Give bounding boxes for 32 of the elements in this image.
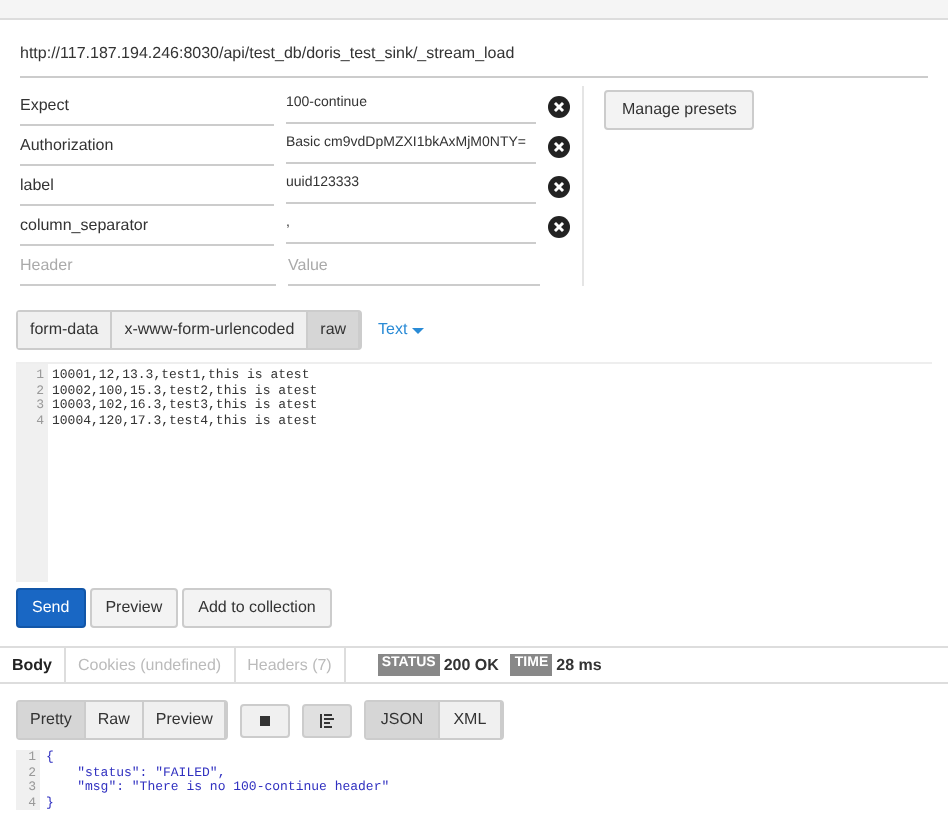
action-button[interactable]: Add to collection: [182, 588, 332, 628]
caret-icon: [411, 327, 424, 333]
square-icon: [258, 713, 273, 727]
manage-presets-button[interactable]: Manage presets: [604, 90, 755, 130]
header-key-field[interactable]: Authorization: [20, 127, 274, 165]
header-key-field[interactable]: Header: [20, 247, 276, 285]
remove-icon[interactable]: [548, 215, 570, 237]
remove-icon[interactable]: [548, 135, 570, 157]
url-field[interactable]: http://117.187.194.246:8030/api/test_db/doris_test_sink/_stream_load: [20, 32, 928, 78]
send-button[interactable]: Send: [16, 588, 86, 628]
header-key-field[interactable]: label: [20, 167, 274, 205]
header-value-field[interactable]: Value: [288, 247, 540, 285]
action-button[interactable]: Preview: [89, 588, 179, 628]
header-key-field[interactable]: column_separator: [20, 207, 274, 245]
view-mode-tab[interactable]: Preview: [143, 702, 227, 738]
body-mode-tab[interactable]: raw: [308, 312, 361, 348]
view-mode-tab[interactable]: Pretty: [18, 702, 86, 738]
format-dropdown[interactable]: Text: [378, 318, 424, 342]
toolbar-button[interactable]: [240, 703, 291, 737]
header-key-field[interactable]: Expect: [20, 87, 274, 125]
time-value: 28 ms: [556, 653, 602, 677]
toolbar-button[interactable]: [302, 703, 353, 737]
format-tab[interactable]: JSON: [366, 702, 440, 738]
status-value: 200 OK: [443, 653, 499, 677]
body-mode-tab[interactable]: form-data: [18, 312, 113, 348]
body-mode-tab[interactable]: x-www-form-urlencoded: [112, 312, 309, 348]
view-mode-tab[interactable]: Raw: [85, 702, 144, 738]
remove-icon[interactable]: [548, 95, 570, 117]
remove-icon[interactable]: [548, 175, 570, 197]
response-tab[interactable]: Body: [0, 648, 66, 682]
format-tab[interactable]: XML: [439, 702, 503, 738]
wrap-icon: [318, 711, 337, 729]
